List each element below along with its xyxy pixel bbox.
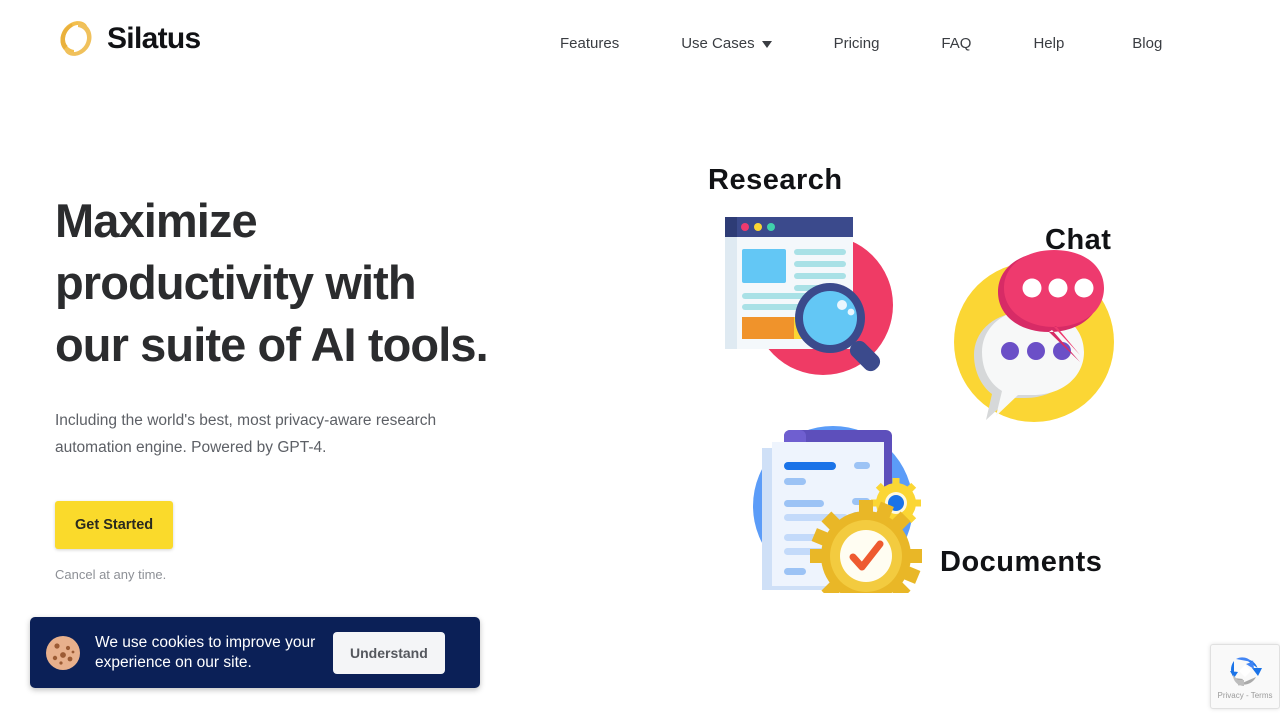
recaptcha-arrows-icon [1230, 657, 1262, 686]
page-title: Maximize productivity with our suite of … [55, 190, 595, 376]
chat-speech-bubbles-icon [954, 250, 1114, 422]
illustration-label-documents: Documents [940, 546, 1103, 578]
get-started-button[interactable]: Get Started [55, 501, 174, 550]
main-navigation: Features Use Cases Pricing FAQ Help Blog [560, 0, 1162, 86]
nav-item-faq[interactable]: FAQ [941, 25, 971, 62]
nav-item-blog[interactable]: Blog [1132, 25, 1162, 62]
hero-content: Maximize productivity with our suite of … [55, 190, 595, 582]
research-magnifier-browser-icon [725, 217, 893, 375]
nav-label: Help [1033, 34, 1065, 52]
landing-page: Silatus Features Use Cases Pricing FAQ H… [0, 0, 1280, 720]
cancel-anytime-note: Cancel at any time. [55, 567, 167, 583]
nav-item-pricing[interactable]: Pricing [834, 25, 880, 62]
nav-label: Features [560, 34, 620, 52]
chevron-down-icon [761, 40, 772, 48]
headline-line-2: productivity with [55, 256, 417, 310]
recaptcha-badge[interactable]: Privacy - Terms [1210, 644, 1280, 709]
nav-item-use-cases[interactable]: Use Cases [681, 25, 772, 62]
hero-subtitle: Including the world's best, most privacy… [55, 412, 437, 456]
nav-item-help[interactable]: Help [1033, 25, 1064, 62]
cookie-icon [46, 635, 80, 670]
illustration-label-research: Research [708, 164, 843, 196]
cookie-message: We use cookies to improve your experienc… [95, 633, 316, 671]
hero-illustration: Research Chat Documents [700, 150, 1170, 600]
nav-label: FAQ [941, 34, 972, 52]
site-header: Silatus Features Use Cases Pricing FAQ H… [0, 0, 1280, 86]
brand-name: Silatus [107, 22, 201, 55]
documents-gear-check-icon [753, 426, 922, 593]
brand-logo-link[interactable]: Silatus [54, 17, 201, 61]
nav-item-features[interactable]: Features [560, 25, 619, 62]
nav-label: Use Cases [681, 34, 755, 52]
cookie-consent-banner: We use cookies to improve your experienc… [30, 617, 480, 688]
headline-line-3: our suite of AI tools. [55, 318, 489, 372]
silatus-s-logo-icon [60, 21, 92, 56]
headline-line-1: Maximize [55, 194, 258, 247]
cookie-understand-button[interactable]: Understand [333, 631, 445, 674]
recaptcha-privacy-terms[interactable]: Privacy - Terms [1218, 691, 1273, 700]
nav-label: Pricing [833, 34, 880, 52]
nav-label: Blog [1132, 34, 1163, 52]
